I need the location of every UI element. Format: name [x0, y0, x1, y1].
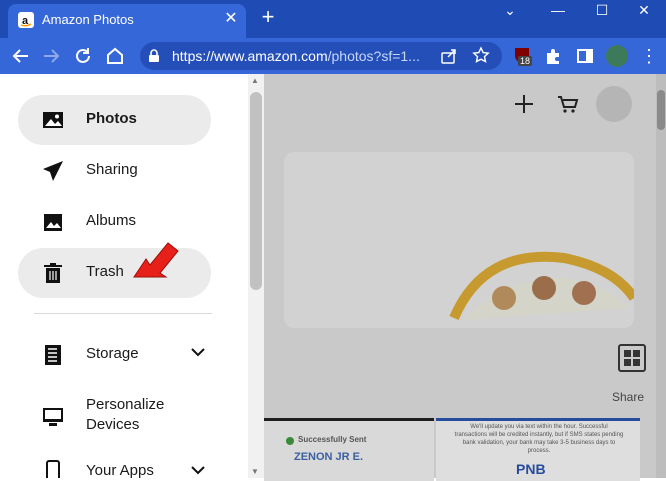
page-scrollbar-thumb[interactable]	[657, 90, 665, 130]
thumbnail-card[interactable]: Successfully Sent ZENON JR E.	[264, 418, 434, 481]
cart-icon[interactable]	[556, 92, 580, 116]
grid-view-icon[interactable]	[618, 344, 646, 372]
photo-icon	[43, 112, 63, 128]
sidebar-item-albums[interactable]: Albums	[18, 197, 211, 247]
amazon-favicon-icon: a	[18, 12, 34, 28]
sidebar-item-label: Storage	[86, 345, 139, 362]
red-arrow-annotation	[133, 242, 179, 278]
sidebar-item-label: Albums	[86, 212, 137, 229]
profile-avatar-icon[interactable]	[606, 45, 628, 67]
close-tab-icon[interactable]: ✕	[222, 8, 240, 28]
sidebar-item-label: Photos	[86, 110, 137, 127]
sidebar-item-label: Sharing	[86, 161, 138, 178]
trash-icon	[44, 263, 62, 283]
minimize-icon[interactable]: —	[544, 2, 572, 18]
drawer-scrollbar-thumb[interactable]	[250, 92, 262, 290]
monitor-icon	[43, 408, 63, 426]
back-icon[interactable]	[10, 45, 32, 67]
user-avatar[interactable]	[596, 86, 632, 122]
lock-icon	[149, 49, 159, 62]
tab-title: Amazon Photos	[42, 12, 134, 27]
banner-illustration	[449, 251, 634, 321]
sidebar-item-label: Trash	[86, 263, 124, 280]
extension-badge: 18	[518, 56, 533, 66]
chevron-down-icon[interactable]: ⌄	[496, 2, 524, 19]
close-window-icon[interactable]: ✕	[630, 2, 658, 19]
scroll-up-icon[interactable]: ▲	[251, 76, 259, 85]
sidebar-item-label: Personalize	[86, 396, 165, 413]
success-icon	[286, 437, 294, 445]
scroll-down-icon[interactable]: ▼	[251, 467, 259, 476]
storage-icon	[45, 345, 61, 365]
maximize-icon[interactable]: ☐	[588, 2, 616, 19]
url-path: /photos?sf=1...	[327, 48, 420, 64]
card-message: We'll update you via text within the hou…	[454, 424, 624, 454]
chevron-down-icon[interactable]	[190, 462, 206, 478]
card-name: ZENON JR E.	[294, 451, 364, 463]
forward-icon[interactable]	[40, 45, 62, 67]
add-icon[interactable]	[512, 92, 536, 116]
sidebar-item-storage[interactable]: Storage	[18, 330, 211, 380]
reload-icon[interactable]	[72, 45, 94, 67]
sidebar-item-photos[interactable]: Photos	[18, 95, 211, 145]
sidebar-item-personalize-devices[interactable]: Personalize Devices	[18, 390, 211, 450]
browser-tab[interactable]: a Amazon Photos ✕	[8, 4, 246, 38]
url-host: https://www.amazon.com	[172, 48, 328, 64]
sidebar-item-trash[interactable]: Trash	[18, 248, 211, 298]
extensions-puzzle-icon[interactable]	[544, 47, 562, 65]
phone-icon	[46, 460, 60, 478]
card-status: Successfully Sent	[298, 435, 367, 444]
pnb-logo: PNB	[516, 461, 546, 477]
share-label[interactable]: Share	[612, 390, 644, 404]
albums-icon	[44, 214, 62, 231]
sidebar-item-label: Your Apps	[86, 462, 154, 478]
page-scrollbar[interactable]	[656, 74, 666, 478]
new-tab-icon[interactable]: +	[258, 6, 278, 28]
share-page-icon[interactable]	[440, 47, 458, 65]
home-icon[interactable]	[104, 45, 126, 67]
banner-card	[284, 152, 634, 328]
chevron-down-icon[interactable]	[190, 344, 206, 360]
side-panel-icon[interactable]	[576, 47, 594, 65]
navigation-drawer: Photos Sharing Albums Trash Storage Pers…	[0, 74, 248, 478]
sidebar-item-sharing[interactable]: Sharing	[18, 146, 211, 196]
sidebar-item-label-line2: Devices	[86, 416, 140, 433]
thumbnail-card[interactable]: We'll update you via text within the hou…	[436, 418, 640, 481]
drawer-divider	[34, 313, 212, 314]
sidebar-item-your-apps[interactable]: Your Apps	[18, 448, 211, 478]
send-icon	[43, 161, 63, 181]
ublock-extension-icon[interactable]: 18	[512, 46, 534, 68]
url-text[interactable]: https://www.amazon.com/photos?sf=1...	[172, 48, 432, 64]
browser-menu-icon[interactable]: ⋮	[640, 46, 658, 67]
bookmark-star-icon[interactable]	[472, 46, 490, 64]
